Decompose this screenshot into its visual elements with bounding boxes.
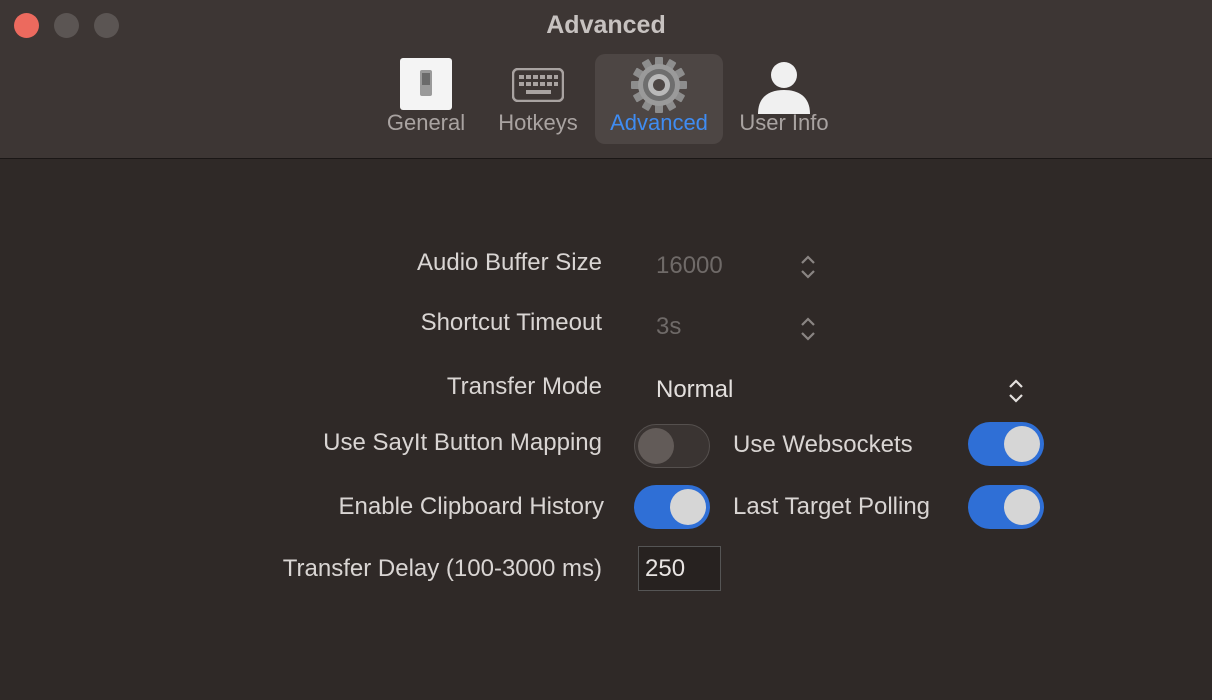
audio-buffer-size-value[interactable]: 16000 <box>656 252 723 280</box>
shortcut-timeout-value[interactable]: 3s <box>656 313 681 341</box>
target-polling-toggle[interactable] <box>968 485 1044 529</box>
transfer-mode-popup[interactable]: Normal <box>656 376 733 404</box>
tab-advanced-label: Advanced <box>610 110 708 135</box>
tab-general[interactable]: General <box>378 54 474 144</box>
person-icon <box>758 62 810 114</box>
shortcut-timeout-label: Shortcut Timeout <box>420 309 602 336</box>
toggle-knob <box>1004 489 1040 525</box>
audio-buffer-stepper[interactable] <box>799 254 817 280</box>
transfer-delay-field[interactable] <box>638 546 721 591</box>
websockets-toggle[interactable] <box>968 422 1044 466</box>
tab-advanced[interactable]: Advanced <box>595 54 723 144</box>
clipboard-history-label: Enable Clipboard History <box>338 493 604 520</box>
audio-buffer-size-label: Audio Buffer Size <box>416 249 602 276</box>
tab-hotkeys[interactable]: Hotkeys <box>488 54 588 144</box>
clipboard-history-toggle[interactable] <box>634 485 710 529</box>
sayit-button-mapping-label: Use SayIt Button Mapping <box>323 429 602 456</box>
toggle-knob <box>638 428 674 464</box>
switch-icon <box>400 58 452 110</box>
keyboard-icon <box>512 68 564 102</box>
websockets-label: Use Websockets <box>733 431 913 458</box>
title-bar: Advanced General Hotkeys Advanced User I… <box>0 0 1212 159</box>
toggle-knob <box>1004 426 1040 462</box>
sayit-button-mapping-toggle[interactable] <box>634 424 710 468</box>
transfer-mode-label: Transfer Mode <box>446 373 602 400</box>
preferences-window: Advanced General Hotkeys Advanced User I… <box>0 0 1212 700</box>
toggle-knob <box>670 489 706 525</box>
window-title: Advanced <box>546 11 666 39</box>
gear-icon <box>631 57 687 113</box>
transfer-delay-label: Transfer Delay (100-3000 ms) <box>282 555 602 582</box>
tab-user-info[interactable]: User Info <box>730 54 838 144</box>
target-polling-label: Last Target Polling <box>733 493 931 520</box>
tab-general-label: General <box>386 110 466 135</box>
chevron-updown-icon[interactable] <box>1007 378 1025 404</box>
tab-user-info-label: User Info <box>739 110 829 135</box>
tab-hotkeys-label: Hotkeys <box>498 110 578 135</box>
shortcut-timeout-stepper[interactable] <box>799 316 817 342</box>
